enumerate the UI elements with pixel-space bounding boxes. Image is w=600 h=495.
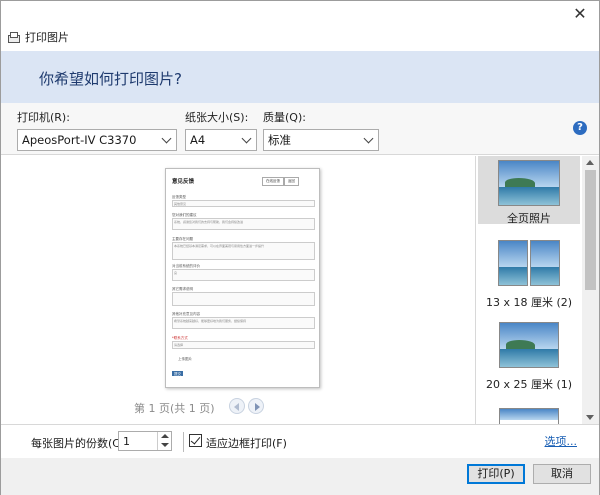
printer-field: 打印机(R): ApeosPort-IV C3370 [17,109,177,151]
layout-label: 20 x 25 厘米 (1) [485,378,573,391]
preview-page-button: 在线反馈 [262,177,284,186]
print-button[interactable]: 打印(P) [467,464,525,484]
paper-size-select[interactable]: A4 [185,129,257,151]
layout-full-page[interactable]: 全页照片 [478,156,580,225]
quality-label: 质量(Q): [263,111,306,124]
chevron-down-icon [363,133,374,143]
scroll-down-icon[interactable] [586,415,594,420]
layout-13x18[interactable]: 13 x 18 厘米 (2) [478,240,580,312]
help-icon[interactable]: ? [573,121,587,135]
chevron-down-icon [161,133,172,143]
next-page-button[interactable] [248,398,264,414]
preview-field-value: 希望系统越来越好，能够更好地为我们服务，继续保持 [174,319,247,323]
printer-icon [7,31,20,43]
previous-page-button[interactable] [229,398,245,414]
scroll-up-icon[interactable] [586,160,594,165]
close-icon[interactable]: ✕ [571,5,589,23]
printer-value: ApeosPort-IV C3370 [22,133,137,147]
paper-size-field: 纸张大小(S): A4 [185,109,257,151]
preview-page: 意见反馈 在线反馈 返回 反馈类型 其他意见 您对我们的建议 系统，感谢您对我们… [165,168,320,388]
layout-thumbnail [499,408,559,424]
preview-field-box [172,200,315,207]
chevron-down-icon [241,133,252,143]
stepper-arrows-icon[interactable] [157,432,171,450]
print-preview-area: 意见反馈 在线反馈 返回 反馈类型 其他意见 您对我们的建议 系统，感谢您对我们… [1,156,475,424]
fit-to-frame-checkbox[interactable] [189,434,202,447]
copies-value: 1 [123,435,130,448]
preview-field-value: 其他意见 [174,202,187,206]
preview-page-button: 返回 [284,177,299,186]
preview-submit-label: 提交 [174,372,181,376]
quality-select[interactable]: 标准 [263,129,379,151]
quality-value: 标准 [268,133,291,147]
quality-field: 质量(Q): 标准 [263,109,379,151]
preview-page-title: 意见反馈 [172,179,195,185]
layout-next[interactable] [478,408,580,424]
layout-scrollbar[interactable] [582,156,599,424]
preview-field-value: 本系统已经基本满足需求，可以在界面美观与易用性方面进一步提升 [174,244,265,248]
layout-label: 全页照片 [507,212,551,225]
options-bar: 每张图片的份数(C): 1 适应边框打印(F) 选项... [1,424,599,458]
preview-field-value: 系统，感谢您对我们的支持与帮助，我们会持续改进 [174,220,244,224]
page-indicator: 第 1 页(共 1 页) [134,402,215,415]
paper-size-label: 纸张大小(S): [185,111,249,124]
printer-label: 打印机(R): [17,111,70,124]
page-title: 你希望如何打印图片? [39,70,182,88]
cancel-button[interactable]: 取消 [533,464,591,484]
divider [183,432,184,452]
print-settings-bar: 打印机(R): ApeosPort-IV C3370 纸张大小(S): A4 质… [1,103,599,155]
preview-upload-label: 上传图片 [178,357,192,361]
preview-field-value: 请选择 [174,343,184,347]
paper-size-value: A4 [190,133,206,147]
layout-thumbnail [498,240,560,286]
layout-thumbnail [499,322,559,368]
print-pictures-dialog: ✕ 打印图片 你希望如何打印图片? 打印机(R): ApeosPort-IV C… [0,0,600,495]
preview-field-box [172,341,315,349]
layout-thumbnail [498,160,560,206]
layout-20x25[interactable]: 20 x 25 厘米 (1) [478,322,580,394]
dialog-header: 你希望如何打印图片? [1,51,599,103]
preview-field-box [172,269,315,281]
dialog-footer: 打印(P) 取消 [1,458,599,495]
layout-list: 全页照片 13 x 18 厘米 (2) 20 x 25 厘米 (1) [476,156,582,424]
preview-field-value: 良 [174,271,178,275]
scroll-thumb[interactable] [585,170,596,290]
printer-select[interactable]: ApeosPort-IV C3370 [17,129,177,151]
preview-field-box [172,292,315,306]
window-title: 打印图片 [25,31,69,44]
copies-stepper[interactable]: 1 [118,431,172,451]
title-bar: 打印图片 [1,25,599,49]
options-link[interactable]: 选项... [545,433,578,449]
copies-label: 每张图片的份数(C): [31,437,128,450]
layout-label: 13 x 18 厘米 (2) [485,296,573,309]
fit-to-frame-label: 适应边框打印(F) [206,437,287,450]
